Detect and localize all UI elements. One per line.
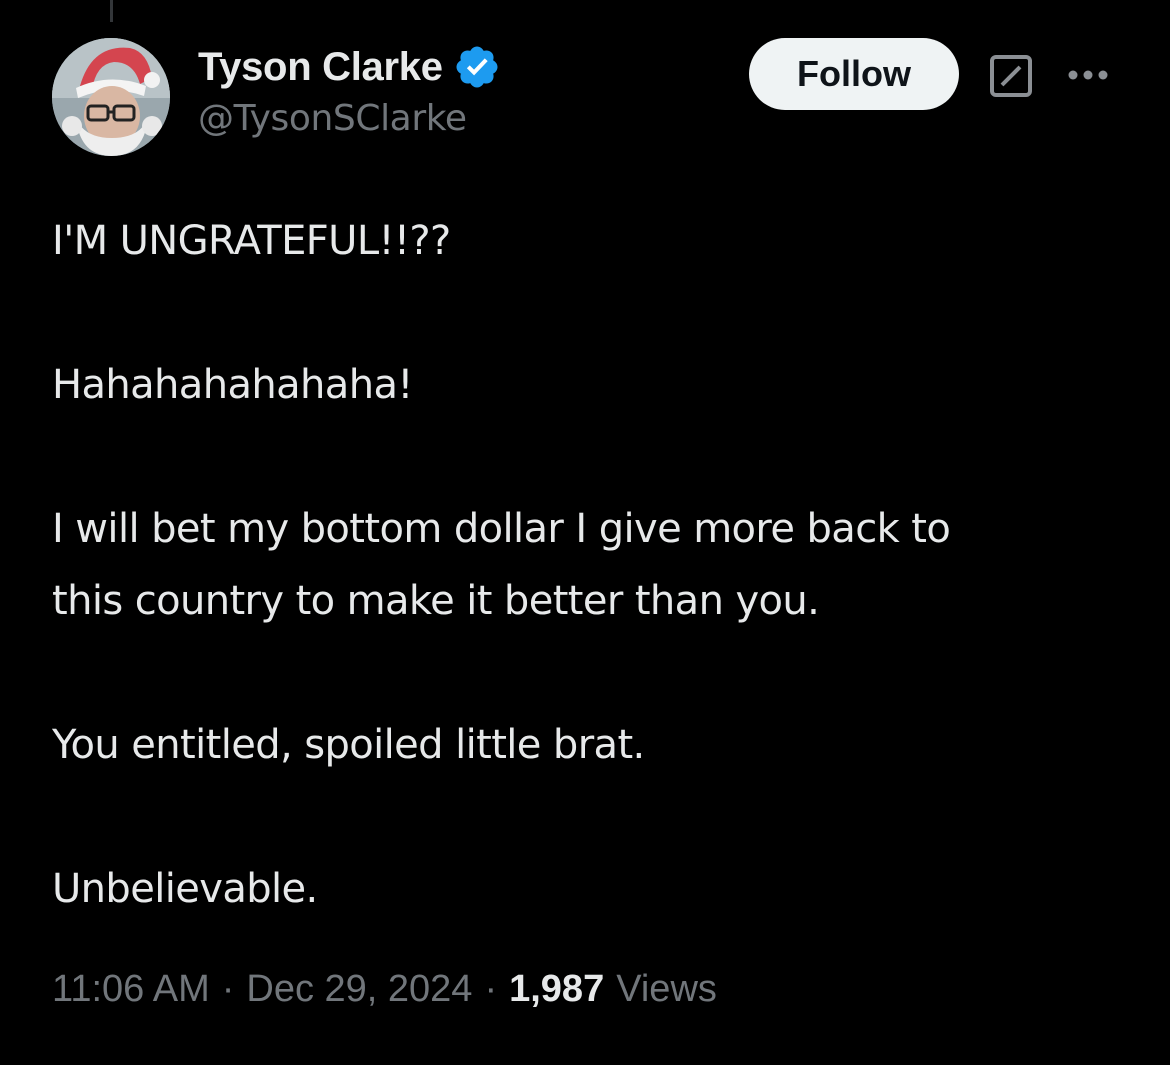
author-block: Tyson Clarke @TysonSClarke [198, 42, 501, 139]
tweet-time[interactable]: 11:06 AM [52, 968, 210, 1011]
tweet-paragraph: I'M UNGRATEFUL!!?? [52, 218, 451, 264]
tweet-header: Tyson Clarke @TysonSClarke Follow [52, 38, 1122, 158]
avatar[interactable] [52, 38, 170, 156]
grok-icon[interactable] [988, 53, 1034, 99]
verified-badge-icon[interactable] [453, 43, 501, 91]
author-handle[interactable]: @TysonSClarke [198, 98, 501, 139]
views-label: Views [616, 968, 717, 1010]
author-display-name[interactable]: Tyson Clarke [198, 45, 443, 90]
meta-separator: · [484, 968, 498, 1010]
tweet-date[interactable]: Dec 29, 2024 [246, 968, 472, 1011]
thread-connector-line [110, 0, 113, 22]
follow-button[interactable]: Follow [749, 38, 959, 110]
more-icon[interactable] [1065, 60, 1111, 90]
tweet-meta: 11:06 AM · Dec 29, 2024 · 1,987 Views [52, 968, 717, 1011]
tweet-text: I'M UNGRATEFUL!!?? Hahahahahahaha! I wil… [52, 205, 1122, 925]
views-count: 1,987 [509, 968, 605, 1010]
avatar-image [52, 38, 170, 156]
tweet-paragraph: Hahahahahahaha! [52, 362, 413, 408]
name-row: Tyson Clarke [198, 42, 501, 92]
tweet-paragraph: Unbelievable. [52, 866, 318, 912]
tweet-paragraph: I will bet my bottom dollar I give more … [52, 506, 951, 624]
meta-separator: · [221, 968, 235, 1010]
tweet-paragraph: You entitled, spoiled little brat. [52, 722, 645, 768]
